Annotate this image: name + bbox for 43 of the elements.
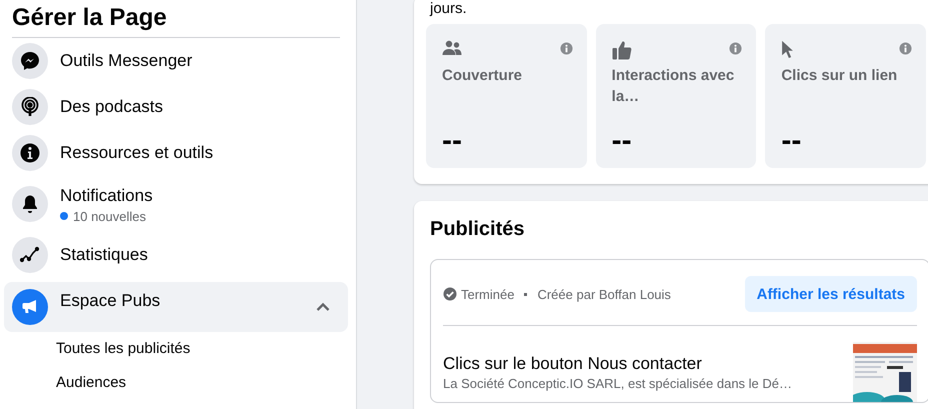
sidebar-item[interactable]: Ressources et outils bbox=[4, 130, 348, 176]
sidebar-item[interactable]: Des podcasts bbox=[4, 84, 348, 130]
sidebar-item[interactable]: Statistiques bbox=[4, 232, 348, 278]
info-icon[interactable] bbox=[560, 42, 573, 55]
item-subtitle: 10 nouvelles bbox=[73, 208, 146, 224]
podcast-icon bbox=[12, 89, 48, 125]
intro-text: jours. bbox=[428, 0, 468, 18]
line-chart-icon bbox=[12, 237, 48, 273]
ad-description: La Société Conceptic.IO SARL, est spécialisée dans le Dé… bbox=[443, 375, 794, 393]
check-circle-icon bbox=[443, 287, 457, 301]
item-label: Notifications bbox=[60, 184, 154, 206]
people-icon bbox=[442, 40, 462, 56]
item-label: Des podcasts bbox=[60, 96, 164, 118]
item-label: Statistiques bbox=[60, 244, 149, 266]
megaphone-icon bbox=[12, 289, 48, 325]
item-label: Espace Pubs bbox=[60, 290, 162, 312]
metric-label: Clics sur un lien bbox=[781, 66, 898, 86]
metric-value: -- bbox=[612, 126, 633, 156]
info-icon[interactable] bbox=[899, 42, 912, 55]
thumbs-up-icon bbox=[612, 40, 632, 60]
cursor-icon bbox=[781, 40, 794, 58]
chevron-icon[interactable] bbox=[316, 302, 330, 312]
metric-label: Interactions avec la… bbox=[612, 66, 736, 107]
submenu-item[interactable]: Toutes les publicités bbox=[4, 332, 348, 366]
bell-icon bbox=[12, 186, 48, 222]
submenu-item[interactable]: Audiences bbox=[4, 366, 348, 400]
sidebar-item[interactable]: Espace Pubs bbox=[4, 282, 348, 332]
info-icon bbox=[12, 135, 48, 171]
section-title: Publicités bbox=[430, 217, 526, 241]
item-label: Ressources et outils bbox=[60, 142, 214, 164]
metric-label: Couverture bbox=[442, 66, 524, 86]
metric-value: -- bbox=[781, 126, 802, 156]
status-text: Terminée bbox=[461, 286, 514, 302]
item-label: Outils Messenger bbox=[60, 50, 194, 72]
creator-text: Créée par Boffan Louis bbox=[537, 286, 671, 302]
results-button[interactable]: Afficher les résultats bbox=[744, 276, 917, 312]
metric-value: -- bbox=[442, 126, 463, 156]
ad-title: Clics sur le bouton Nous contacter bbox=[443, 353, 703, 375]
sidebar-title: Gérer la Page bbox=[12, 3, 167, 33]
info-icon[interactable] bbox=[729, 42, 742, 55]
sidebar-item[interactable]: Notifications 10 nouvelles bbox=[4, 176, 348, 232]
sidebar-item[interactable]: Outils Messenger bbox=[4, 38, 348, 84]
chat-bubble-icon bbox=[12, 43, 48, 79]
